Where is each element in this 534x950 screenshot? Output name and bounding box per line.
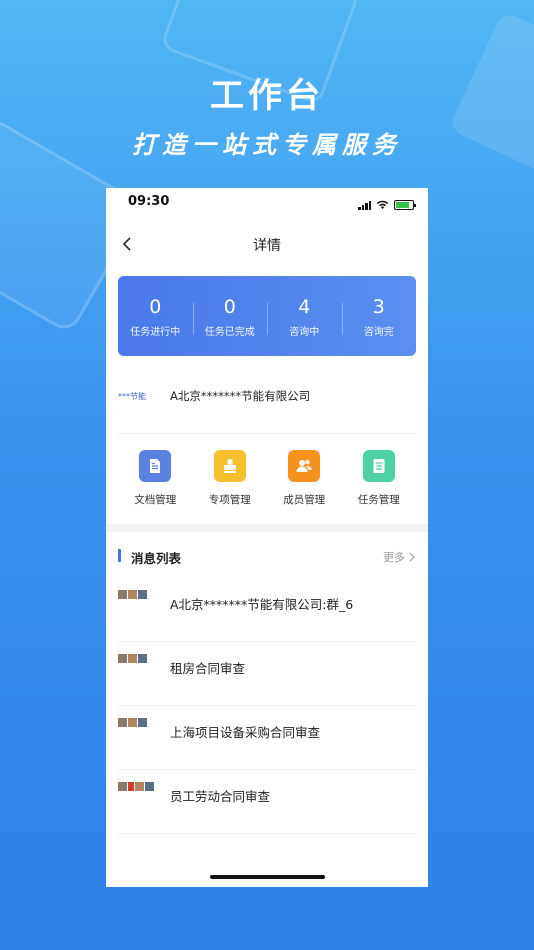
company-row: ***节能 A北京*******节能有限公司 — [118, 388, 416, 404]
stat-value: 0 — [223, 295, 236, 318]
chevron-right-icon — [409, 552, 415, 562]
company-name: A北京*******节能有限公司 — [170, 389, 311, 403]
stat-value: 0 — [149, 295, 162, 318]
group-avatar — [118, 590, 147, 599]
more-label: 更多 — [383, 551, 405, 564]
stats-card: 0 任务进行中 0 任务已完成 4 咨询中 3 咨询完 — [118, 276, 416, 356]
document-icon — [139, 450, 172, 482]
home-indicator[interactable] — [210, 875, 325, 879]
task-list-icon — [362, 450, 395, 482]
menu-label: 成员管理 — [283, 494, 326, 506]
function-menu: 文档管理 专项管理 成员管理 任务管理 — [118, 450, 416, 507]
menu-member-management[interactable]: 成员管理 — [267, 450, 342, 507]
stat-label: 任务进行中 — [130, 326, 181, 338]
group-avatar — [118, 782, 154, 791]
message-list-title: 消息列表 — [131, 551, 182, 566]
stat-tasks-completed[interactable]: 0 任务已完成 — [192, 295, 268, 338]
message-title: A北京*******节能有限公司:群_6 — [170, 597, 354, 612]
stat-consulting-done[interactable]: 3 咨询完 — [341, 295, 417, 338]
stat-label: 咨询中 — [289, 326, 320, 338]
list-item[interactable]: 租房合同审查 — [118, 642, 416, 706]
battery-icon — [394, 200, 416, 210]
menu-document-management[interactable]: 文档管理 — [118, 450, 193, 507]
menu-label: 专项管理 — [208, 494, 251, 506]
page-title: 详情 — [253, 238, 281, 254]
more-link[interactable]: 更多 — [383, 549, 416, 565]
message-title: 员工劳动合同审查 — [170, 789, 271, 804]
list-item[interactable]: A北京*******节能有限公司:群_6 — [118, 578, 416, 642]
nav-bar: 详情 — [106, 218, 428, 272]
list-item[interactable]: 上海项目设备采购合同审查 — [118, 706, 416, 770]
stat-label: 咨询完 — [363, 326, 394, 338]
status-time: 09:30 — [128, 194, 170, 209]
message-list-header: 消息列表 更多 — [106, 540, 428, 570]
status-icons — [358, 200, 416, 210]
hero-subtitle: 打造一站式专属服务 — [132, 131, 402, 159]
section-accent-bar — [118, 549, 121, 562]
message-title: 租房合同审查 — [170, 661, 246, 676]
hero-title: 工作台 — [210, 76, 324, 116]
menu-label: 文档管理 — [134, 494, 177, 506]
menu-special-management[interactable]: 专项管理 — [193, 450, 268, 507]
menu-task-management[interactable]: 任务管理 — [342, 450, 417, 507]
group-avatar — [118, 718, 147, 727]
members-icon — [288, 450, 321, 482]
stat-label: 任务已完成 — [204, 326, 255, 338]
status-bar: 09:30 — [106, 188, 428, 218]
list-item[interactable]: 员工劳动合同审查 — [118, 770, 416, 834]
message-title: 上海项目设备采购合同审查 — [170, 725, 321, 740]
divider — [118, 433, 416, 434]
signal-icon — [358, 200, 371, 210]
stamp-icon — [213, 450, 246, 482]
stat-tasks-in-progress[interactable]: 0 任务进行中 — [118, 295, 193, 338]
group-avatar — [118, 654, 147, 663]
company-logo: ***节能 — [118, 391, 146, 401]
message-list: A北京*******节能有限公司:群_6 租房合同审查 上海项目设备采购合同审查… — [106, 578, 428, 834]
stat-value: 3 — [372, 295, 385, 318]
phone-screen: 09:30 详情 0 任务进行中 0 任务已完成 4 咨询中 3 咨询完 ***… — [106, 188, 428, 887]
menu-label: 任务管理 — [357, 494, 400, 506]
stat-value: 4 — [298, 295, 311, 318]
stat-consulting[interactable]: 4 咨询中 — [267, 295, 342, 338]
section-divider — [106, 524, 428, 532]
wifi-icon — [376, 200, 389, 210]
